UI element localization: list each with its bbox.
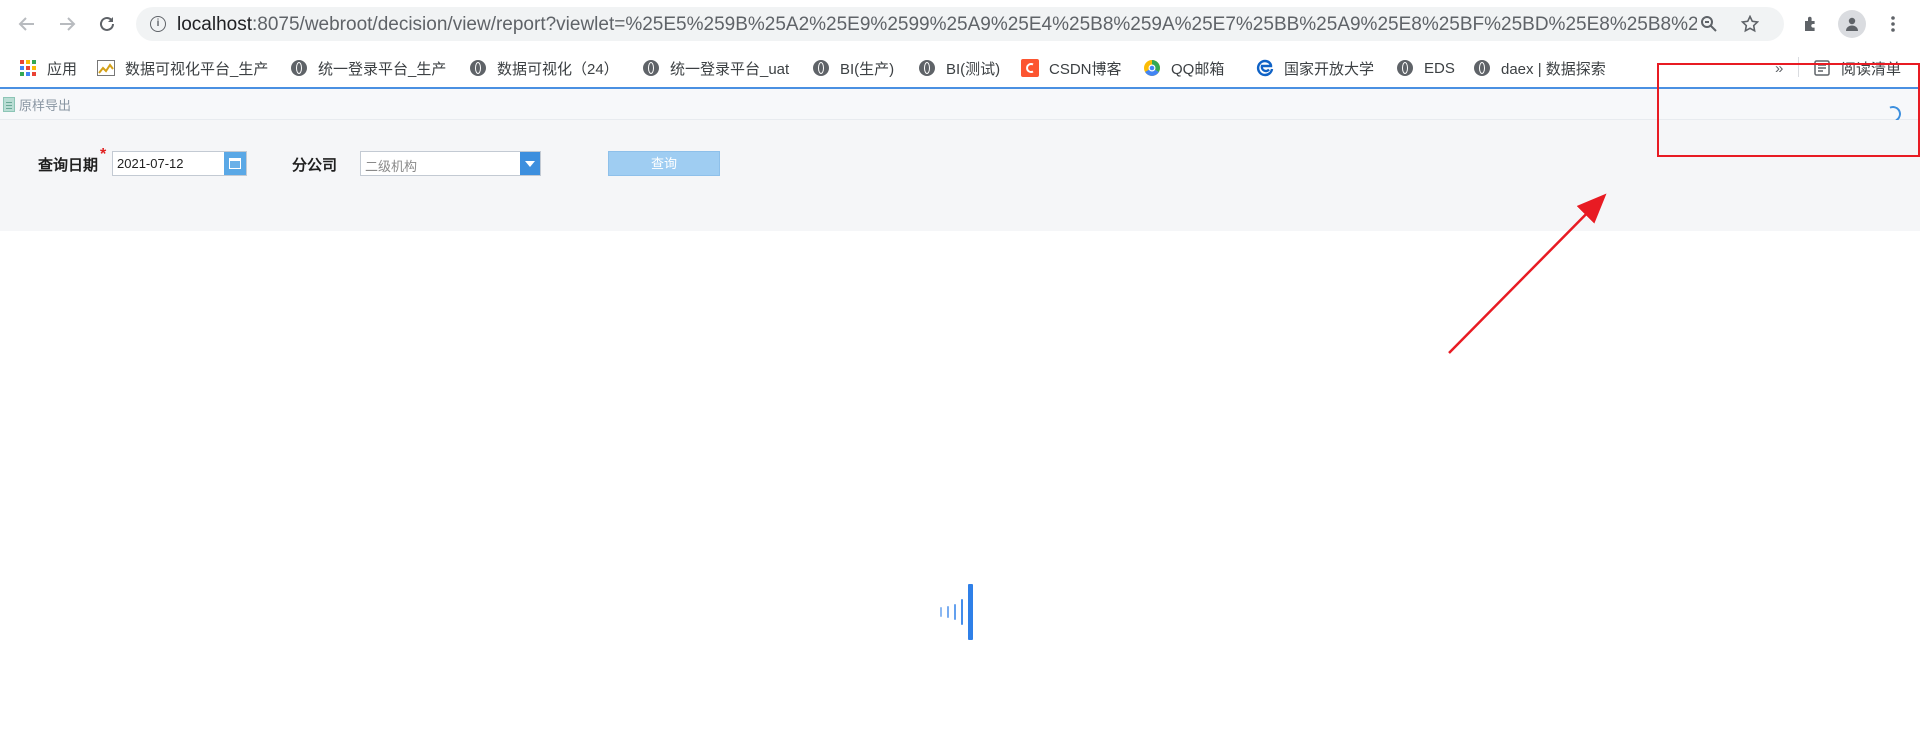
annotation-arrow-icon	[1448, 193, 1607, 354]
